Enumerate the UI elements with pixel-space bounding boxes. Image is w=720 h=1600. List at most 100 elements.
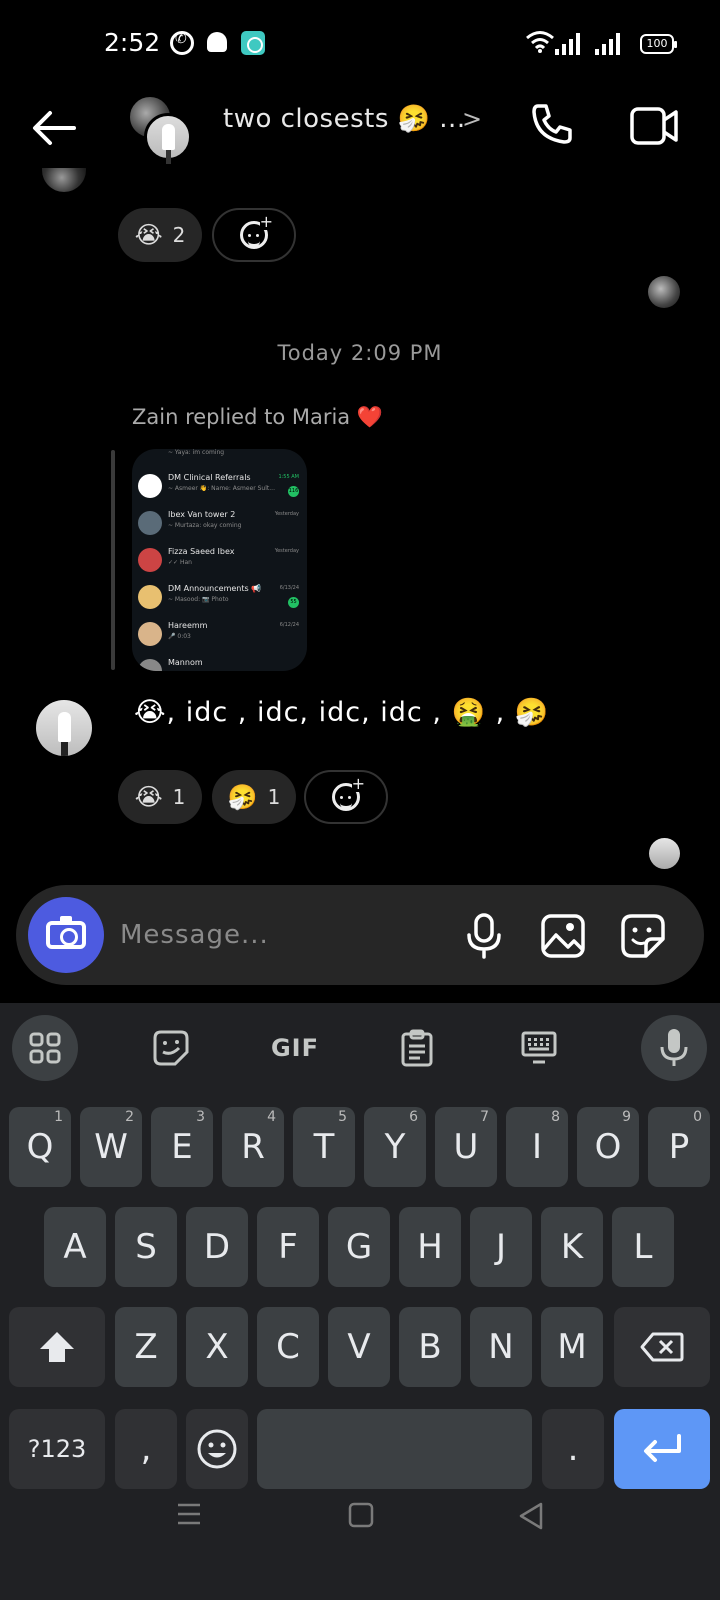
battery-icon: 100	[640, 34, 677, 54]
row-name: DM Announcements 📢	[168, 584, 262, 593]
camera-button[interactable]	[28, 897, 104, 973]
key-label: R	[241, 1127, 265, 1167]
apps-grid-icon[interactable]	[12, 1015, 78, 1081]
key-s[interactable]: S	[115, 1207, 177, 1287]
microphone-icon[interactable]	[464, 913, 504, 959]
row-time: 6/13/24	[279, 585, 299, 591]
key-r[interactable]: R4	[222, 1107, 284, 1187]
row-name: Hareemm	[168, 621, 208, 630]
key-hint: 8	[551, 1109, 560, 1125]
key-a[interactable]: A	[44, 1207, 106, 1287]
key-q[interactable]: Q1	[9, 1107, 71, 1187]
menu-icon[interactable]	[176, 1502, 202, 1526]
group-avatar[interactable]	[128, 95, 196, 163]
key-j[interactable]: J	[470, 1207, 532, 1287]
emoji-icon	[197, 1429, 237, 1469]
row-sub: ~ Murtaza: okay coming	[168, 522, 242, 529]
key-c[interactable]: C	[257, 1307, 319, 1387]
voice-input-icon[interactable]	[641, 1015, 707, 1081]
wifi-icon	[526, 31, 554, 53]
key-b[interactable]: B	[399, 1307, 461, 1387]
message-text[interactable]: 😭, idc , idc, idc, idc , 🤮 , 🤧	[134, 696, 549, 728]
video-camera-icon[interactable]	[630, 106, 680, 146]
key-z[interactable]: Z	[115, 1307, 177, 1387]
back-icon[interactable]	[518, 1502, 544, 1530]
key-label: E	[171, 1127, 193, 1167]
reaction-pill[interactable]: 😭 2	[118, 208, 202, 262]
key-hint: 6	[409, 1109, 418, 1125]
reaction-pill[interactable]: 🤧 1	[212, 770, 296, 824]
chat-avatar	[138, 474, 162, 498]
signal-icon	[555, 33, 580, 55]
sticker-icon[interactable]	[620, 913, 666, 959]
screenshot-row: Fizza Saeed Ibex ✓✓ Han Yesterday	[132, 543, 307, 579]
key-m[interactable]: M	[541, 1307, 603, 1387]
chat-title[interactable]: two closests 🤧 ...	[223, 104, 466, 134]
reaction-emoji: 😭	[134, 221, 163, 249]
key-v[interactable]: V	[328, 1307, 390, 1387]
sender-avatar[interactable]	[36, 700, 92, 756]
reaction-emoji: 🤧	[227, 783, 258, 811]
gif-label: GIF	[270, 1034, 320, 1062]
status-bar: 2:52 100	[0, 0, 720, 90]
reaction-count: 1	[267, 785, 281, 809]
add-reaction-button[interactable]: +	[212, 208, 296, 262]
row-sub: ~ Asmeer 👋: Name: Asmeer Sult...	[168, 485, 275, 492]
key-t[interactable]: T5	[293, 1107, 355, 1187]
backspace-key[interactable]	[614, 1307, 710, 1387]
key-hint: 7	[480, 1109, 489, 1125]
shared-screenshot[interactable]: ~ Yaya: im coming DM Clinical Referrals …	[132, 449, 307, 671]
reaction-count: 2	[172, 223, 186, 247]
enter-icon	[644, 1434, 681, 1462]
key-p[interactable]: P0	[648, 1107, 710, 1187]
screenshot-row: Ibex Van tower 2 ~ Murtaza: okay coming …	[132, 506, 307, 542]
navigation-bar	[0, 1470, 720, 1600]
sender-avatar	[42, 168, 86, 192]
reaction-pill[interactable]: 😭 1	[118, 770, 202, 824]
key-hint: 4	[267, 1109, 276, 1125]
key-h[interactable]: H	[399, 1207, 461, 1287]
row-name: Ibex Van tower 2	[168, 510, 236, 519]
chat-avatar	[138, 585, 162, 609]
keyboard-icon[interactable]	[506, 1015, 572, 1081]
key-label: U	[453, 1127, 479, 1167]
back-arrow-icon[interactable]	[30, 108, 78, 148]
gallery-icon[interactable]	[540, 913, 586, 959]
key-u[interactable]: U7	[435, 1107, 497, 1187]
row-sub: 🎤 0:03	[168, 633, 191, 640]
gif-button[interactable]: GIF	[262, 1015, 328, 1081]
key-x[interactable]: X	[186, 1307, 248, 1387]
snapchat-icon	[205, 31, 229, 55]
home-icon[interactable]	[348, 1502, 374, 1528]
row-name: Mannom	[168, 658, 203, 667]
key-hint: 2	[125, 1109, 134, 1125]
key-e[interactable]: E3	[151, 1107, 213, 1187]
chat-avatar	[138, 548, 162, 572]
key-label: Q	[26, 1127, 54, 1167]
key-n[interactable]: N	[470, 1307, 532, 1387]
key-o[interactable]: O9	[577, 1107, 639, 1187]
key-g[interactable]: G	[328, 1207, 390, 1287]
whatsapp-icon	[170, 31, 194, 55]
key-k[interactable]: K	[541, 1207, 603, 1287]
reply-bar	[111, 450, 115, 670]
key-l[interactable]: L	[612, 1207, 674, 1287]
key-d[interactable]: D	[186, 1207, 248, 1287]
key-i[interactable]: I8	[506, 1107, 568, 1187]
add-reaction-icon: +	[240, 214, 273, 249]
phone-icon[interactable]	[530, 102, 574, 146]
shift-key[interactable]	[9, 1307, 105, 1387]
message-input[interactable]	[120, 913, 440, 957]
clipboard-icon[interactable]	[384, 1015, 450, 1081]
add-reaction-button[interactable]: +	[304, 770, 388, 824]
chevron-right-icon[interactable]: >	[462, 105, 482, 133]
screenshot-snippet: ~ Yaya: im coming	[168, 449, 225, 456]
key-hint: 1	[54, 1109, 63, 1125]
sticker-icon[interactable]	[138, 1015, 204, 1081]
key-w[interactable]: W2	[80, 1107, 142, 1187]
key-f[interactable]: F	[257, 1207, 319, 1287]
chat-avatar	[138, 622, 162, 646]
key-y[interactable]: Y6	[364, 1107, 426, 1187]
seen-avatar	[648, 276, 680, 308]
seen-avatar	[649, 838, 680, 869]
